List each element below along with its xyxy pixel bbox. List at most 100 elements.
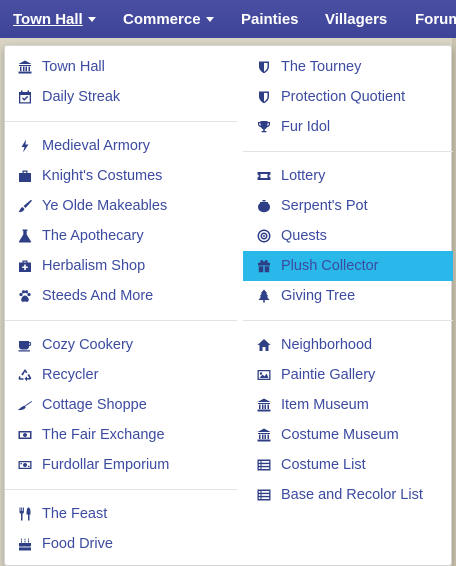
bullseye-icon <box>257 229 271 243</box>
menu-item-label: Item Museum <box>281 397 369 413</box>
nav-villagers[interactable]: Villagers <box>325 0 387 38</box>
pot-icon <box>257 199 271 213</box>
menu-item-quests[interactable]: Quests <box>243 221 453 251</box>
menu-item-label: Medieval Armory <box>42 138 150 154</box>
menu-item-lottery[interactable]: Lottery <box>243 161 453 191</box>
menu-item-label: Daily Streak <box>42 89 121 105</box>
utensils-icon <box>18 507 32 521</box>
menu-item-label: Ye Olde Makeables <box>42 198 168 214</box>
menu-item-label: Furdollar Emporium <box>42 457 170 473</box>
medkit-icon <box>18 259 32 273</box>
chevron-down-icon <box>205 16 214 22</box>
divider <box>5 489 237 490</box>
menu-item-furdollar-emporium[interactable]: Furdollar Emporium <box>5 450 237 480</box>
menu-item-label: Cozy Cookery <box>42 337 134 353</box>
menu-item-label: Neighborhood <box>281 337 373 353</box>
recycle-icon <box>18 368 32 382</box>
menu-item-food-drive[interactable]: Food Drive <box>5 529 237 559</box>
menu-item-giving-tree[interactable]: Giving Tree <box>243 281 453 311</box>
menu-item-label: Food Drive <box>42 536 113 552</box>
menu-item-base-and-recolor-list[interactable]: Base and Recolor List <box>243 480 453 510</box>
menu-item-fur-idol[interactable]: Fur Idol <box>243 112 453 142</box>
town-hall-dropdown: Town Hall Daily Streak Medieval Armory K… <box>4 45 453 566</box>
menu-item-the-fair-exchange[interactable]: The Fair Exchange <box>5 420 237 450</box>
suitcase-icon <box>18 169 32 183</box>
shield-icon <box>257 60 271 74</box>
menu-item-label: Herbalism Shop <box>42 258 146 274</box>
list-icon <box>257 458 271 472</box>
gift-icon <box>257 259 271 273</box>
divider <box>5 121 237 122</box>
menu-item-label: Lottery <box>281 168 326 184</box>
menu-item-label: Fur Idol <box>281 119 331 135</box>
menu-item-cozy-cookery[interactable]: Cozy Cookery <box>5 330 237 360</box>
ticket-icon <box>257 169 271 183</box>
nav-forum-label: Forum <box>415 10 456 28</box>
menu-item-town-hall[interactable]: Town Hall <box>5 52 237 82</box>
menu-item-serpents-pot[interactable]: Serpent's Pot <box>243 191 453 221</box>
menu-item-label: The Apothecary <box>42 228 144 244</box>
nav-commerce[interactable]: Commerce <box>123 0 214 38</box>
paw-icon <box>18 289 32 303</box>
divider <box>243 151 453 152</box>
menu-item-protection-quotient[interactable]: Protection Quotient <box>243 82 453 112</box>
menu-item-costume-museum[interactable]: Costume Museum <box>243 420 453 450</box>
menu-item-steeds-and-more[interactable]: Steeds And More <box>5 281 237 311</box>
bolt-icon <box>18 139 32 153</box>
broom-icon <box>18 398 32 412</box>
coffee-icon <box>18 338 32 352</box>
chevron-down-icon <box>87 16 96 22</box>
menu-item-label: Knight's Costumes <box>42 168 163 184</box>
shield-icon <box>257 90 271 104</box>
image-icon <box>257 368 271 382</box>
nav-forum[interactable]: Forum <box>415 0 456 38</box>
menu-item-plush-collector[interactable]: Plush Collector <box>243 251 453 281</box>
menu-item-ye-olde-makeables[interactable]: Ye Olde Makeables <box>5 191 237 221</box>
menu-item-label: Giving Tree <box>281 288 356 304</box>
nav-town-hall[interactable]: Town Hall <box>13 0 96 38</box>
menu-item-herbalism-shop[interactable]: Herbalism Shop <box>5 251 237 281</box>
menu-item-label: Paintie Gallery <box>281 367 376 383</box>
menu-item-paintie-gallery[interactable]: Paintie Gallery <box>243 360 453 390</box>
top-navbar: Town Hall Commerce Painties Villagers Fo… <box>0 0 456 38</box>
menu-item-recycler[interactable]: Recycler <box>5 360 237 390</box>
menu-item-label: The Tourney <box>281 59 362 75</box>
menu-item-label: Quests <box>281 228 327 244</box>
menu-item-knights-costumes[interactable]: Knight's Costumes <box>5 161 237 191</box>
flask-icon <box>18 229 32 243</box>
birthday-cake-icon <box>18 537 32 551</box>
menu-item-label: Cottage Shoppe <box>42 397 147 413</box>
nav-painties[interactable]: Painties <box>241 0 299 38</box>
menu-item-label: Plush Collector <box>281 258 379 274</box>
menu-item-costume-list[interactable]: Costume List <box>243 450 453 480</box>
nav-painties-label: Painties <box>241 10 299 28</box>
museum-icon <box>257 428 271 442</box>
menu-item-daily-streak[interactable]: Daily Streak <box>5 82 237 112</box>
paintbrush-icon <box>18 199 32 213</box>
tree-icon <box>257 289 271 303</box>
menu-item-label: Serpent's Pot <box>281 198 368 214</box>
menu-item-cottage-shoppe[interactable]: Cottage Shoppe <box>5 390 237 420</box>
menu-item-the-feast[interactable]: The Feast <box>5 499 237 529</box>
divider <box>5 320 237 321</box>
menu-item-label: Base and Recolor List <box>281 487 423 503</box>
menu-item-label: Town Hall <box>42 59 105 75</box>
menu-item-label: Costume List <box>281 457 366 473</box>
menu-item-label: Recycler <box>42 367 99 383</box>
menu-item-label: Protection Quotient <box>281 89 406 105</box>
home-icon <box>257 338 271 352</box>
menu-item-medieval-armory[interactable]: Medieval Armory <box>5 131 237 161</box>
bank-icon <box>18 60 32 74</box>
menu-item-label: Steeds And More <box>42 288 154 304</box>
menu-item-neighborhood[interactable]: Neighborhood <box>243 330 453 360</box>
menu-item-the-apothecary[interactable]: The Apothecary <box>5 221 237 251</box>
menu-item-the-tourney[interactable]: The Tourney <box>243 52 453 82</box>
list-icon <box>257 488 271 502</box>
money-icon <box>18 458 32 472</box>
menu-item-label: The Fair Exchange <box>42 427 165 443</box>
divider <box>243 320 453 321</box>
menu-item-item-museum[interactable]: Item Museum <box>243 390 453 420</box>
trophy-icon <box>257 120 271 134</box>
nav-commerce-label: Commerce <box>123 10 201 28</box>
calendar-check-icon <box>18 90 32 104</box>
